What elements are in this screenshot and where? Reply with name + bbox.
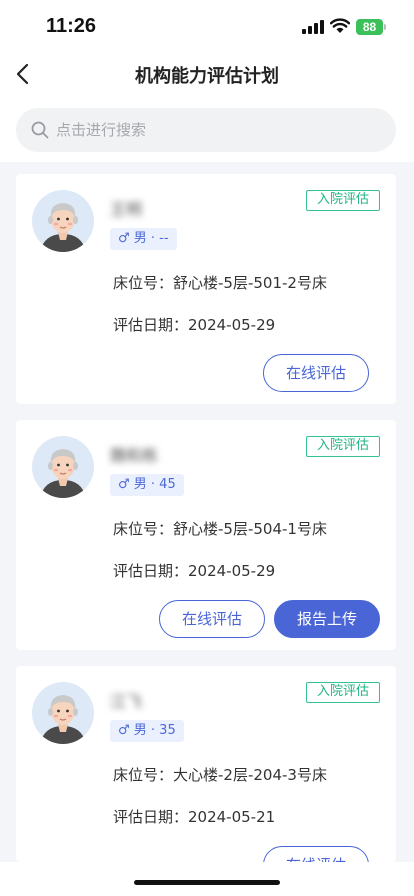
gender-age-badge: ♂ 男 · 45 — [110, 474, 184, 496]
assessment-date: 评估日期：2024-05-21 — [113, 808, 276, 826]
avatar — [32, 190, 94, 252]
avatar — [32, 436, 94, 498]
battery-indicator: 88 — [356, 19, 383, 35]
bed-number: 床位号：舒心楼-5层-501-2号床 — [113, 274, 327, 292]
page-title: 机构能力评估计划 — [135, 66, 279, 87]
patient-name: 魏和栋 — [110, 446, 159, 465]
report-upload-button[interactable]: 报告上传 — [274, 600, 380, 638]
home-indicator — [0, 862, 414, 896]
assessment-date: 评估日期：2024-05-29 — [113, 562, 276, 580]
search-icon — [31, 121, 49, 139]
assessment-card: 王明 ♂ 男 · -- 入院评估 床位号：舒心楼-5层-501-2号床 评估日期… — [16, 174, 396, 404]
gender-age-badge: ♂ 男 · -- — [110, 228, 177, 250]
avatar — [32, 682, 94, 744]
online-assessment-button[interactable]: 在线评估 — [263, 846, 369, 862]
online-assessment-button[interactable]: 在线评估 — [263, 354, 369, 392]
elderly-man-avatar-icon — [40, 203, 86, 252]
elderly-man-avatar-icon — [40, 695, 86, 744]
nav-bar: 机构能力评估计划 — [0, 50, 414, 98]
status-badge: 入院评估 — [305, 190, 380, 211]
status-badge: 入院评估 — [305, 436, 380, 457]
assessment-card: 江飞 ♂ 男 · 35 入院评估 床位号：大心楼-2层-204-3号床 评估日期… — [16, 666, 396, 862]
wifi-icon — [330, 18, 350, 33]
patient-name: 江飞 — [110, 692, 143, 711]
signal-icon — [302, 20, 324, 34]
assessment-date: 评估日期：2024-05-29 — [113, 316, 276, 334]
gender-age-badge: ♂ 男 · 35 — [110, 720, 184, 742]
battery-tip — [384, 24, 386, 30]
status-bar: 11:26 88 — [0, 0, 414, 50]
bed-number: 床位号：大心楼-2层-204-3号床 — [113, 766, 327, 784]
search-input[interactable] — [56, 108, 376, 152]
bed-number: 床位号：舒心楼-5层-504-1号床 — [113, 520, 327, 538]
status-badge: 入院评估 — [305, 682, 380, 703]
home-indicator-bar[interactable] — [134, 880, 280, 885]
assessment-card: 魏和栋 ♂ 男 · 45 入院评估 床位号：舒心楼-5层-504-1号床 评估日… — [16, 420, 396, 650]
search-bar[interactable] — [16, 108, 396, 152]
elderly-man-avatar-icon — [40, 449, 86, 498]
status-time: 11:26 — [46, 15, 97, 37]
online-assessment-button[interactable]: 在线评估 — [159, 600, 265, 638]
search-section — [0, 98, 414, 162]
patient-name: 王明 — [110, 200, 143, 219]
